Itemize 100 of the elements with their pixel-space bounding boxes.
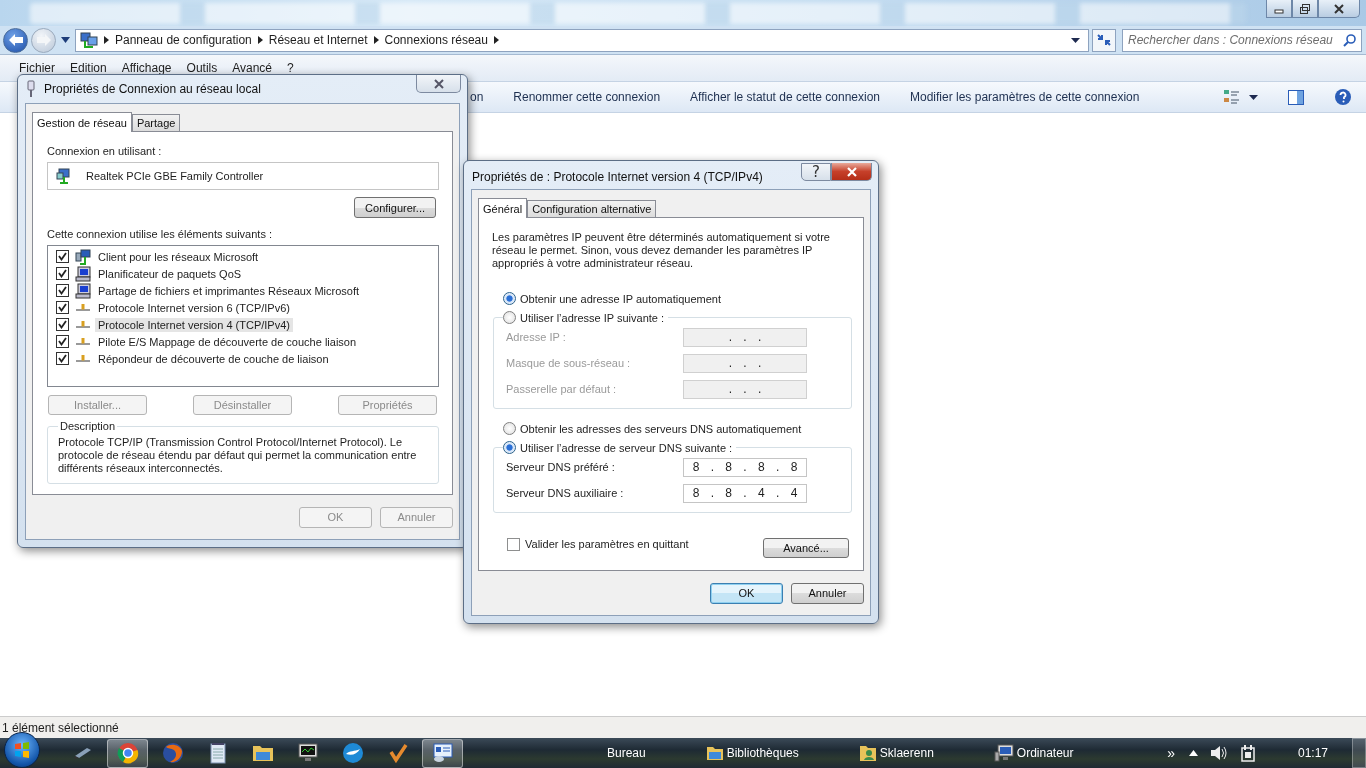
command-button[interactable]: Renommer cette connexion — [513, 90, 661, 104]
tab[interactable]: Gestion de réseau — [32, 112, 132, 132]
clock[interactable]: 01:17 — [1297, 746, 1328, 760]
globe-icon — [161, 742, 184, 764]
command-button[interactable]: Afficher le statut de cette connexion — [690, 90, 880, 104]
chevron-icon[interactable] — [257, 36, 263, 44]
breadcrumb-item[interactable]: Connexions réseau — [384, 33, 488, 47]
list-item[interactable]: Répondeur de découverte de couche de liaison — [95, 351, 332, 366]
list-item[interactable]: Pilote E/S Mappage de découverte de couche liaison — [95, 334, 360, 349]
field-label: Serveur DNS préféré : — [506, 461, 615, 473]
menu-item[interactable]: ? — [287, 61, 294, 75]
checkbox[interactable] — [56, 250, 69, 263]
power-plug-icon[interactable] — [1239, 744, 1256, 762]
advanced-button[interactable]: Avancé... — [763, 538, 849, 558]
list-item[interactable]: Protocole Internet version 4 (TCP/IPv4) — [95, 317, 293, 332]
radio-button[interactable] — [503, 292, 516, 305]
preview-pane-icon[interactable] — [1288, 89, 1304, 105]
forward-arrow-icon — [35, 33, 52, 47]
checkbox[interactable] — [56, 267, 69, 280]
menu-item[interactable]: Outils — [186, 61, 218, 75]
option-label[interactable]: Obtenir les adresses des serveurs DNS automatiquement — [520, 422, 802, 435]
checkmark-icon — [387, 743, 408, 763]
chevron-icon[interactable] — [493, 36, 499, 44]
checkbox[interactable] — [56, 318, 69, 331]
list-label: Cette connexion utilise les éléments suivants : — [47, 228, 273, 240]
command-button[interactable]: on — [470, 90, 484, 104]
tab[interactable]: Général — [478, 198, 528, 218]
toolbar-link[interactable]: Bibliothèques — [705, 745, 799, 761]
show-desktop-button[interactable] — [1352, 738, 1366, 768]
checkbox-label[interactable]: Valider les paramètres en quittant — [525, 538, 689, 550]
ip-address-field[interactable]: 8 . 8 . 4 . 4 — [683, 483, 807, 503]
menu-item[interactable]: Fichier — [19, 61, 55, 75]
search-field[interactable]: Rechercher dans : Connexions réseau — [1122, 28, 1362, 52]
dialog-title: Propriétés de Connexion au réseau local — [44, 82, 261, 96]
menu-item[interactable]: Avancé — [232, 61, 273, 75]
dropdown-icon[interactable] — [1249, 94, 1258, 100]
checkbox[interactable] — [56, 335, 69, 348]
option-label[interactable]: Utiliser l’adresse IP suivante : — [520, 311, 665, 324]
close-button[interactable] — [831, 163, 872, 181]
notepad-icon — [208, 742, 227, 764]
history-dropdown-icon[interactable] — [61, 37, 70, 43]
description-text: Protocole TCP/IP (Transmission Control Protocol/Internet Protocol). Le protocole de réseau étendu par défaut qui permet la communication entre différents réseaux interconnectés. — [58, 436, 418, 475]
field-label: Serveur DNS auxiliaire : — [506, 487, 624, 499]
tab[interactable]: Configuration alternative — [527, 200, 657, 217]
ip-address-field[interactable]: 8 . 8 . 8 . 8 — [683, 457, 807, 477]
dialog-button[interactable]: OK — [710, 582, 783, 604]
command-button[interactable]: Modifier les paramètres de cette connexion — [910, 90, 1140, 104]
group-title: Description — [59, 420, 117, 432]
browser-icon — [116, 742, 139, 764]
folder-icon — [705, 745, 724, 761]
computer-icon — [75, 282, 91, 299]
show-hidden-icons-icon[interactable] — [1188, 750, 1198, 756]
list-item[interactable]: Protocole Internet version 6 (TCP/IPv6) — [95, 300, 293, 315]
checkbox[interactable] — [56, 352, 69, 365]
close-button[interactable] — [1318, 0, 1360, 18]
dialog-button[interactable]: Annuler — [791, 582, 864, 604]
help-button[interactable]: ? — [801, 163, 831, 181]
maximize-button[interactable] — [1292, 0, 1318, 18]
speaker-icon[interactable] — [1209, 745, 1228, 761]
radio-button[interactable] — [503, 311, 516, 324]
restore-icon — [1299, 3, 1311, 14]
address-bar[interactable]: Panneau de configuration Réseau et Internet Connexions réseau — [75, 28, 1089, 52]
toolbar-link[interactable]: Ordinateur — [993, 744, 1074, 762]
help-icon[interactable] — [1334, 88, 1352, 106]
option-label[interactable]: Obtenir une adresse IP automatiquement — [520, 292, 721, 305]
checkbox[interactable] — [56, 301, 69, 314]
radio-button[interactable] — [503, 422, 516, 435]
breadcrumb-item[interactable]: Réseau et Internet — [268, 33, 368, 47]
monitor-icon — [296, 743, 319, 763]
radio-button[interactable] — [503, 441, 516, 454]
network-adapter-icon — [56, 168, 72, 184]
taskbar-button[interactable] — [107, 738, 148, 768]
checkbox[interactable] — [56, 284, 69, 297]
overflow-chevron[interactable]: » — [1167, 745, 1175, 761]
refresh-button[interactable] — [1092, 28, 1116, 52]
back-arrow-icon — [7, 33, 24, 47]
toolbar-link[interactable]: Sklaerenn — [858, 744, 934, 762]
chevron-icon[interactable] — [373, 36, 379, 44]
list-item[interactable]: Planificateur de paquets QoS — [95, 266, 245, 281]
dropdown-icon[interactable] — [1071, 37, 1080, 43]
start-button[interactable] — [4, 732, 40, 768]
breadcrumb-item[interactable]: Panneau de configuration — [115, 33, 252, 47]
intro-text: Les paramètres IP peuvent être déterminés automatiquement si votre réseau le permet. Sinon, vous devez demander les paramètres IP appropriés à votre administrateur réseau. — [492, 231, 831, 270]
menu-item[interactable]: Affichage — [121, 61, 172, 75]
list-item[interactable]: Client pour les réseaux Microsoft — [95, 249, 262, 264]
back-button[interactable] — [3, 27, 28, 53]
checkbox[interactable] — [507, 537, 520, 551]
configure-button[interactable]: Configurer... — [354, 197, 436, 218]
close-icon — [1333, 3, 1345, 14]
tab[interactable]: Partage — [131, 114, 181, 131]
refresh-icon — [1096, 33, 1112, 47]
option-label[interactable]: Utiliser l’adresse de serveur DNS suivante : — [520, 441, 733, 454]
toolbar-link[interactable]: Bureau — [607, 746, 646, 760]
view-options-icon[interactable] — [1223, 89, 1241, 105]
close-button[interactable] — [416, 75, 461, 93]
taskbar-button[interactable] — [422, 738, 463, 768]
field-label: Passerelle par défaut : — [506, 383, 617, 395]
chevron-icon[interactable] — [104, 36, 109, 44]
list-item[interactable]: Partage de fichiers et imprimantes Réseaux Microsoft — [95, 283, 363, 298]
menu-item[interactable]: Edition — [70, 61, 107, 75]
